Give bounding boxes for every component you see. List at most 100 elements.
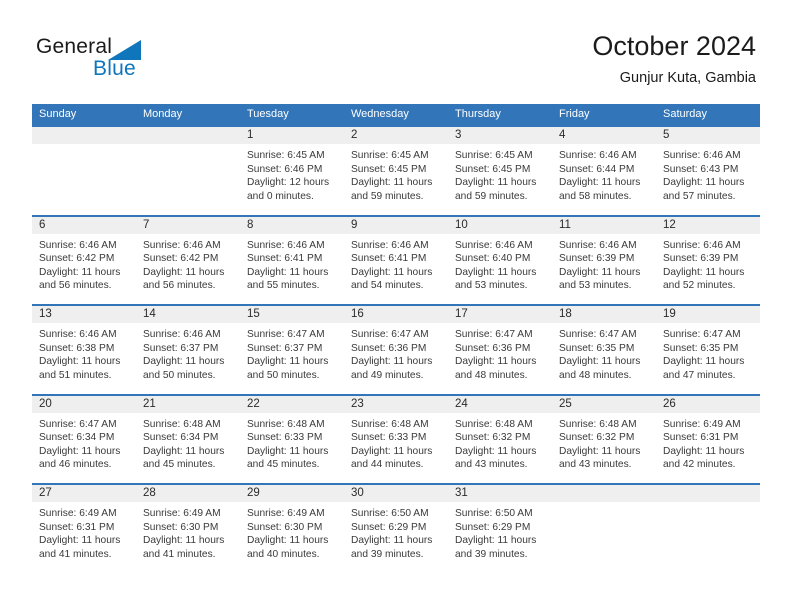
day-cell[interactable]: 25 Sunrise: 6:48 AM Sunset: 6:32 PM Dayl…	[552, 393, 656, 483]
day-details: Sunrise: 6:47 AM Sunset: 6:35 PM Dayligh…	[552, 323, 656, 382]
day-cell[interactable]: 19 Sunrise: 6:47 AM Sunset: 6:35 PM Dayl…	[656, 304, 760, 394]
page-subtitle: Gunjur Kuta, Gambia	[619, 70, 756, 86]
day-details: Sunrise: 6:46 AM Sunset: 6:42 PM Dayligh…	[32, 234, 136, 293]
sunrise-line: Sunrise: 6:46 AM	[39, 329, 117, 340]
day-details: Sunrise: 6:48 AM Sunset: 6:32 PM Dayligh…	[448, 413, 552, 472]
day-cell[interactable]: 8 Sunrise: 6:46 AM Sunset: 6:41 PM Dayli…	[240, 214, 344, 304]
daylight-line-1: Daylight: 11 hours	[143, 356, 225, 368]
day-cell[interactable]: 21 Sunrise: 6:48 AM Sunset: 6:34 PM Dayl…	[136, 393, 240, 483]
day-cell[interactable]: 13 Sunrise: 6:46 AM Sunset: 6:38 PM Dayl…	[32, 304, 136, 394]
daylight-line-2: and 56 minutes.	[143, 280, 216, 292]
day-cell[interactable]: 18 Sunrise: 6:47 AM Sunset: 6:35 PM Dayl…	[552, 304, 656, 394]
day-number: 8	[240, 214, 344, 234]
sunrise-line: Sunrise: 6:50 AM	[455, 508, 533, 519]
sunset-line: Sunset: 6:40 PM	[455, 253, 531, 265]
weekday-header-monday: Monday	[143, 108, 183, 120]
day-cell[interactable]: 12 Sunrise: 6:46 AM Sunset: 6:39 PM Dayl…	[656, 214, 760, 304]
week-row: 27 Sunrise: 6:49 AM Sunset: 6:31 PM Dayl…	[32, 483, 760, 573]
day-cell[interactable]: 26 Sunrise: 6:49 AM Sunset: 6:31 PM Dayl…	[656, 393, 760, 483]
day-cell[interactable]: 30 Sunrise: 6:50 AM Sunset: 6:29 PM Dayl…	[344, 483, 448, 573]
day-cell	[552, 483, 656, 573]
day-cell[interactable]: 2 Sunrise: 6:45 AM Sunset: 6:45 PM Dayli…	[344, 125, 448, 215]
day-details: Sunrise: 6:48 AM Sunset: 6:32 PM Dayligh…	[552, 413, 656, 472]
sunrise-line: Sunrise: 6:48 AM	[351, 418, 429, 430]
day-details: Sunrise: 6:46 AM Sunset: 6:41 PM Dayligh…	[344, 234, 448, 293]
day-cell[interactable]: 3 Sunrise: 6:45 AM Sunset: 6:45 PM Dayli…	[448, 125, 552, 215]
logo-text-blue: Blue	[93, 57, 136, 80]
day-details: Sunrise: 6:47 AM Sunset: 6:35 PM Dayligh…	[656, 323, 760, 382]
day-number: 28	[136, 483, 240, 502]
day-cell[interactable]: 28 Sunrise: 6:49 AM Sunset: 6:30 PM Dayl…	[136, 483, 240, 573]
sunset-line: Sunset: 6:45 PM	[455, 163, 531, 175]
day-number	[32, 125, 136, 144]
day-cell[interactable]: 29 Sunrise: 6:49 AM Sunset: 6:30 PM Dayl…	[240, 483, 344, 573]
day-cell[interactable]: 6 Sunrise: 6:46 AM Sunset: 6:42 PM Dayli…	[32, 214, 136, 304]
day-cell[interactable]: 22 Sunrise: 6:48 AM Sunset: 6:33 PM Dayl…	[240, 393, 344, 483]
daylight-line-2: and 48 minutes.	[455, 369, 528, 381]
sunrise-line: Sunrise: 6:46 AM	[559, 150, 637, 161]
title-block: October 2024 Gunjur Kuta, Gambia	[592, 30, 756, 88]
daylight-line-1: Daylight: 11 hours	[663, 177, 745, 189]
day-number: 5	[656, 125, 760, 144]
day-cell[interactable]: 11 Sunrise: 6:46 AM Sunset: 6:39 PM Dayl…	[552, 214, 656, 304]
sunset-line: Sunset: 6:38 PM	[39, 342, 115, 354]
day-cell[interactable]: 1 Sunrise: 6:45 AM Sunset: 6:46 PM Dayli…	[240, 125, 344, 215]
daylight-line-2: and 50 minutes.	[247, 369, 320, 381]
weekday-header-row: Sunday Monday Tuesday Wednesday Thursday…	[32, 104, 760, 125]
day-cell[interactable]: 15 Sunrise: 6:47 AM Sunset: 6:37 PM Dayl…	[240, 304, 344, 394]
daylight-line-2: and 40 minutes.	[247, 548, 320, 560]
day-number: 16	[344, 304, 448, 323]
daylight-line-2: and 54 minutes.	[351, 280, 424, 292]
daylight-line-2: and 45 minutes.	[247, 459, 320, 471]
day-number: 12	[656, 214, 760, 234]
day-details: Sunrise: 6:46 AM Sunset: 6:44 PM Dayligh…	[552, 144, 656, 203]
sunrise-line: Sunrise: 6:47 AM	[39, 418, 117, 430]
page-masthead: General Blue October 2024 Gunjur Kuta, G…	[0, 0, 792, 104]
day-cell[interactable]: 31 Sunrise: 6:50 AM Sunset: 6:29 PM Dayl…	[448, 483, 552, 573]
daylight-line-1: Daylight: 11 hours	[351, 356, 433, 368]
day-cell[interactable]: 27 Sunrise: 6:49 AM Sunset: 6:31 PM Dayl…	[32, 483, 136, 573]
day-number: 30	[344, 483, 448, 502]
weekday-header-friday: Friday	[559, 108, 590, 120]
day-cell[interactable]: 17 Sunrise: 6:47 AM Sunset: 6:36 PM Dayl…	[448, 304, 552, 394]
sunset-line: Sunset: 6:45 PM	[351, 163, 427, 175]
day-cell[interactable]: 14 Sunrise: 6:46 AM Sunset: 6:37 PM Dayl…	[136, 304, 240, 394]
day-cell[interactable]: 9 Sunrise: 6:46 AM Sunset: 6:41 PM Dayli…	[344, 214, 448, 304]
daylight-line-2: and 0 minutes.	[247, 190, 314, 202]
daylight-line-1: Daylight: 11 hours	[663, 266, 745, 278]
day-cell[interactable]: 5 Sunrise: 6:46 AM Sunset: 6:43 PM Dayli…	[656, 125, 760, 215]
day-cell[interactable]: 23 Sunrise: 6:48 AM Sunset: 6:33 PM Dayl…	[344, 393, 448, 483]
sunset-line: Sunset: 6:42 PM	[143, 253, 219, 265]
daylight-line-2: and 46 minutes.	[39, 459, 112, 471]
sunrise-line: Sunrise: 6:46 AM	[247, 239, 325, 251]
day-cell[interactable]: 16 Sunrise: 6:47 AM Sunset: 6:36 PM Dayl…	[344, 304, 448, 394]
day-cell[interactable]: 4 Sunrise: 6:46 AM Sunset: 6:44 PM Dayli…	[552, 125, 656, 215]
day-cell[interactable]: 20 Sunrise: 6:47 AM Sunset: 6:34 PM Dayl…	[32, 393, 136, 483]
day-number: 27	[32, 483, 136, 502]
day-cell[interactable]: 24 Sunrise: 6:48 AM Sunset: 6:32 PM Dayl…	[448, 393, 552, 483]
day-number: 31	[448, 483, 552, 502]
day-details: Sunrise: 6:50 AM Sunset: 6:29 PM Dayligh…	[448, 502, 552, 561]
sunset-line: Sunset: 6:43 PM	[663, 163, 739, 175]
sunset-line: Sunset: 6:36 PM	[351, 342, 427, 354]
day-cell[interactable]: 10 Sunrise: 6:46 AM Sunset: 6:40 PM Dayl…	[448, 214, 552, 304]
daylight-line-1: Daylight: 11 hours	[559, 177, 641, 189]
logo-text-general: General	[36, 35, 113, 58]
daylight-line-1: Daylight: 11 hours	[455, 177, 537, 189]
sunset-line: Sunset: 6:44 PM	[559, 163, 635, 175]
daylight-line-2: and 43 minutes.	[559, 459, 632, 471]
daylight-line-1: Daylight: 11 hours	[559, 266, 641, 278]
day-number: 6	[32, 214, 136, 234]
sunrise-line: Sunrise: 6:48 AM	[143, 418, 221, 430]
day-number: 23	[344, 393, 448, 413]
day-number: 19	[656, 304, 760, 323]
day-details: Sunrise: 6:47 AM Sunset: 6:37 PM Dayligh…	[240, 323, 344, 382]
weekday-header-tuesday: Tuesday	[247, 108, 289, 120]
sunset-line: Sunset: 6:31 PM	[663, 432, 739, 444]
day-number: 1	[240, 125, 344, 144]
day-cell[interactable]: 7 Sunrise: 6:46 AM Sunset: 6:42 PM Dayli…	[136, 214, 240, 304]
day-number: 9	[344, 214, 448, 234]
daylight-line-2: and 49 minutes.	[351, 369, 424, 381]
generalblue-logo[interactable]: General Blue	[36, 36, 156, 84]
day-number: 17	[448, 304, 552, 323]
